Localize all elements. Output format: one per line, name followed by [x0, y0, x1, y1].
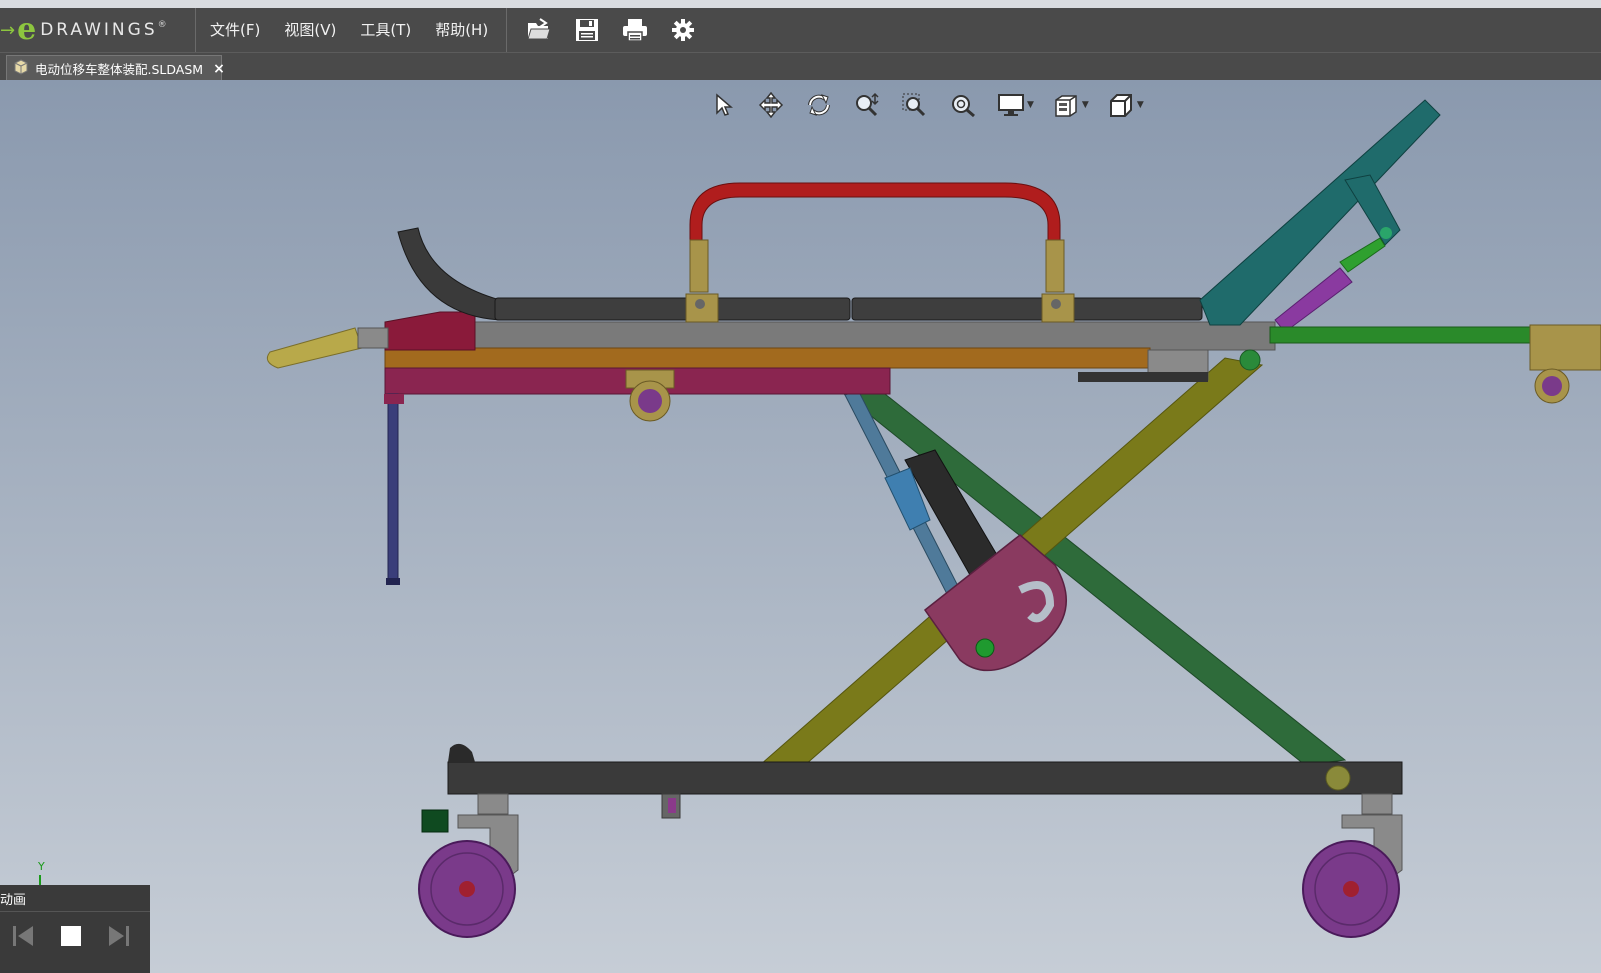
- extension-bracket: [1529, 324, 1601, 371]
- logo-text: DRAWINGS: [40, 20, 158, 40]
- latch-plate: [1078, 372, 1208, 382]
- menu-separator: [506, 8, 508, 52]
- gas-spring-body[interactable]: [1274, 267, 1353, 333]
- front-leg-clamp: [384, 394, 404, 404]
- stretcher-assembly-model[interactable]: [0, 80, 1601, 973]
- front-leg[interactable]: [387, 393, 399, 585]
- side-rail-post-right[interactable]: [1045, 239, 1065, 293]
- rewind-icon[interactable]: [6, 920, 40, 952]
- side-rail-post-left[interactable]: [689, 239, 709, 293]
- open-folder-icon[interactable]: [521, 12, 557, 48]
- mattress-back[interactable]: [494, 297, 851, 321]
- top-frame-rail[interactable]: [384, 321, 1276, 351]
- mattress-seat[interactable]: [851, 297, 1203, 321]
- side-rail-handle[interactable]: [689, 182, 1061, 241]
- assembly-icon: [13, 58, 29, 79]
- tab-assembly-document[interactable]: 电动位移车整体装配.SLDASM ×: [6, 55, 225, 81]
- base-pivot-right: [1325, 765, 1351, 791]
- extension-bar[interactable]: [1269, 326, 1536, 344]
- rear-handle[interactable]: [266, 327, 363, 369]
- menu-bar: → e DRAWINGS ® 文件(F) 视图(V) 工具(T) 帮助(H): [0, 8, 1601, 52]
- frame-pivot-right: [1239, 349, 1261, 371]
- triad-y-label: Y: [38, 860, 45, 873]
- slide-rail-orange[interactable]: [384, 347, 1151, 369]
- tab-close-icon[interactable]: ×: [213, 61, 225, 77]
- caster-stem-right: [1361, 793, 1393, 815]
- handle-sleeve: [357, 327, 389, 349]
- caster-stem-left: [477, 793, 509, 815]
- logo-arrow-icon: →: [0, 19, 16, 41]
- caster-hub-right: [1343, 881, 1359, 897]
- logo-registered: ®: [157, 20, 167, 30]
- head-rest[interactable]: [397, 227, 501, 321]
- animation-controls: [0, 912, 150, 952]
- settings-gear-icon[interactable]: [665, 12, 701, 48]
- caster-hub-left: [459, 881, 475, 897]
- menu-help[interactable]: 帮助(H): [423, 8, 500, 52]
- extension-roller-hub: [1542, 376, 1562, 396]
- stop-icon[interactable]: [54, 920, 88, 952]
- pivot-pin[interactable]: [975, 638, 995, 658]
- step-forward-icon[interactable]: [102, 920, 136, 952]
- logo-e: e: [17, 12, 37, 47]
- print-icon[interactable]: [617, 12, 653, 48]
- menu-tools[interactable]: 工具(T): [348, 8, 423, 52]
- base-frame[interactable]: [447, 761, 1403, 795]
- animation-panel: 动画: [0, 885, 150, 973]
- animation-title: 动画: [0, 885, 150, 912]
- mount-bolt-left: [695, 299, 705, 309]
- base-end-bump: [448, 743, 475, 762]
- menu-file[interactable]: 文件(F): [198, 8, 272, 52]
- 3d-viewport[interactable]: ▼ ▼ ▼ Y: [0, 80, 1601, 973]
- tab-label: 电动位移车整体装配.SLDASM: [35, 62, 204, 77]
- save-icon[interactable]: [569, 12, 605, 48]
- gas-spring-rod: [1339, 237, 1386, 273]
- scissor-arm-green[interactable]: [843, 389, 1347, 766]
- front-leg-foot: [386, 578, 400, 585]
- mount-bolt-right: [1051, 299, 1061, 309]
- edrawings-logo: → e DRAWINGS ®: [0, 8, 196, 52]
- foot-pivot: [1380, 227, 1392, 239]
- base-latch-core: [668, 798, 676, 813]
- window-top-strip: [0, 0, 1601, 8]
- document-tab-bar: 电动位移车整体装配.SLDASM ×: [0, 52, 1601, 81]
- menu-view[interactable]: 视图(V): [272, 8, 348, 52]
- caster-brake-pedal[interactable]: [421, 809, 449, 833]
- frame-end-cap[interactable]: [384, 311, 476, 351]
- top-roller-hub: [638, 389, 662, 413]
